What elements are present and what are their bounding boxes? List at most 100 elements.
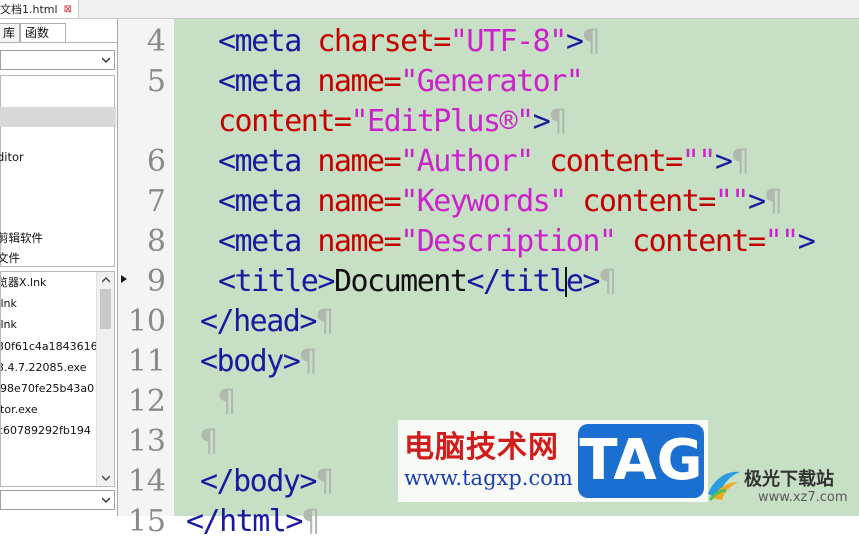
code-token: name= bbox=[317, 64, 401, 99]
file-list-item[interactable]: .lnk bbox=[1, 314, 17, 335]
tab-library[interactable]: 库 bbox=[0, 23, 20, 42]
code-line[interactable]: </body>¶ bbox=[200, 462, 334, 502]
code-token: charset= bbox=[317, 24, 451, 59]
file-list-item[interactable]: 览器X.lnk bbox=[1, 272, 46, 293]
watermark-brand-url: www.xz7.com bbox=[758, 490, 848, 505]
scroll-down-icon[interactable] bbox=[97, 470, 114, 486]
watermark-site-url: www.tagxp.com bbox=[404, 466, 573, 490]
tab-functions[interactable]: 函数 bbox=[20, 23, 66, 42]
watermark-tag-badge: TAG bbox=[578, 424, 704, 498]
code-line[interactable]: <meta name="Generator" bbox=[218, 62, 584, 102]
code-token: name= bbox=[317, 144, 401, 179]
directory-item[interactable] bbox=[0, 107, 116, 127]
drive-select[interactable] bbox=[0, 50, 115, 70]
chevron-down-icon bbox=[102, 57, 110, 63]
code-token: </html> bbox=[186, 504, 303, 539]
code-token: </body> bbox=[200, 464, 317, 499]
code-token: "" bbox=[681, 144, 717, 179]
line-number: 9 bbox=[146, 264, 166, 299]
code-token: name= bbox=[317, 184, 401, 219]
code-token: "" bbox=[714, 184, 750, 219]
line-number: 12 bbox=[127, 384, 166, 419]
code-line[interactable]: <title>Document</title>¶ bbox=[218, 262, 617, 302]
code-token: ¶ bbox=[764, 184, 783, 219]
file-list-scrollbar[interactable] bbox=[96, 272, 114, 486]
code-token: ¶ bbox=[315, 304, 334, 339]
scroll-up-icon[interactable] bbox=[97, 272, 114, 288]
code-line[interactable]: <body>¶ bbox=[200, 342, 317, 382]
file-list-item[interactable]: 3.4.7.22085.exe bbox=[1, 357, 87, 378]
line-number: 15 bbox=[127, 504, 166, 539]
code-token: "EditPlus®" bbox=[350, 104, 535, 139]
code-token: </head> bbox=[200, 304, 317, 339]
code-token: "Keywords" bbox=[400, 184, 583, 219]
document-tab[interactable]: 文档1.html ⊠ bbox=[0, 0, 79, 18]
code-token: content= bbox=[632, 224, 766, 259]
directory-item[interactable]: 文件 bbox=[0, 248, 116, 268]
close-tab-icon[interactable]: ⊠ bbox=[64, 4, 72, 15]
chevron-down-icon bbox=[102, 497, 110, 503]
code-line[interactable]: ¶ bbox=[200, 422, 218, 462]
file-list-item[interactable]: 30f61c4a1843616 bbox=[1, 336, 98, 357]
code-token: ¶ bbox=[549, 104, 567, 139]
code-token: Document bbox=[333, 264, 468, 299]
code-line[interactable]: </head>¶ bbox=[200, 302, 334, 342]
code-token: <meta bbox=[218, 64, 318, 99]
line-number: 13 bbox=[127, 424, 166, 459]
code-token: > bbox=[748, 184, 766, 219]
code-token: "Description" bbox=[400, 224, 633, 259]
directory-tree[interactable]: ditor 剪辑软件文件 bbox=[0, 74, 116, 268]
code-token: <meta bbox=[218, 24, 318, 59]
code-line[interactable]: <meta name="Keywords" content="">¶ bbox=[218, 182, 783, 222]
line-number: 7 bbox=[146, 184, 166, 219]
aurora-logo-icon bbox=[708, 471, 740, 501]
code-line[interactable]: </html>¶ bbox=[186, 502, 320, 542]
file-filter-select[interactable] bbox=[0, 490, 115, 510]
code-line[interactable]: content="EditPlus®">¶ bbox=[218, 102, 567, 142]
code-token: ¶ bbox=[301, 504, 320, 539]
scrollbar-thumb[interactable] bbox=[100, 289, 111, 329]
code-token: ¶ bbox=[299, 344, 317, 379]
code-token: > bbox=[714, 144, 733, 179]
file-list[interactable]: .c60789292fb194itor.exel98e70fe25b43a03.… bbox=[0, 271, 115, 487]
document-tab-bar: 文档1.html ⊠ bbox=[0, 0, 859, 19]
code-token: content= bbox=[549, 144, 683, 179]
code-token: <meta bbox=[218, 224, 318, 259]
code-token: </titl bbox=[466, 264, 567, 299]
file-list-item[interactable]: c60789292fb194 bbox=[1, 420, 91, 441]
code-token: content= bbox=[218, 104, 352, 139]
code-token: <meta bbox=[218, 144, 318, 179]
line-number: 6 bbox=[146, 144, 166, 179]
file-list-item[interactable]: itor.exe bbox=[1, 399, 38, 420]
code-line[interactable]: <meta charset="UTF-8">¶ bbox=[218, 22, 600, 62]
code-token: > bbox=[565, 24, 584, 59]
directory-item[interactable] bbox=[0, 179, 116, 199]
code-token: ¶ bbox=[218, 384, 236, 419]
line-number: 14 bbox=[127, 464, 166, 499]
code-token: ¶ bbox=[731, 144, 749, 179]
directory-panel: 库 函数 ditor 剪辑软件文件 .c60789292fb194itor.exe… bbox=[0, 19, 118, 516]
directory-item[interactable] bbox=[0, 74, 116, 94]
directory-item[interactable]: 剪辑软件 bbox=[0, 228, 116, 248]
code-token: name= bbox=[317, 224, 401, 259]
line-number: 8 bbox=[146, 224, 166, 259]
code-line[interactable]: <meta name="Description" content=""> bbox=[218, 222, 816, 262]
code-token: "Generator" bbox=[400, 64, 584, 99]
code-line[interactable]: ¶ bbox=[218, 382, 236, 422]
watermark-brand-name: 极光下载站 bbox=[744, 469, 834, 490]
code-token: "" bbox=[764, 224, 800, 259]
code-token: <title> bbox=[218, 264, 335, 299]
directory-item[interactable]: ditor bbox=[0, 147, 116, 167]
directory-item[interactable] bbox=[0, 206, 116, 226]
code-token: "Author" bbox=[400, 144, 550, 179]
code-token: e> bbox=[565, 264, 601, 299]
code-token: <meta bbox=[218, 184, 318, 219]
file-list-item[interactable]: l98e70fe25b43a0 bbox=[1, 378, 94, 399]
code-token: "UTF-8" bbox=[449, 24, 567, 59]
file-list-item[interactable]: .lnk bbox=[1, 293, 17, 314]
panel-tabs: 库 函数 bbox=[0, 23, 117, 43]
file-list-item[interactable]: . bbox=[0, 442, 1, 463]
line-number: 4 bbox=[146, 24, 166, 59]
line-number: 11 bbox=[127, 344, 166, 379]
code-line[interactable]: <meta name="Author" content="">¶ bbox=[218, 142, 749, 182]
